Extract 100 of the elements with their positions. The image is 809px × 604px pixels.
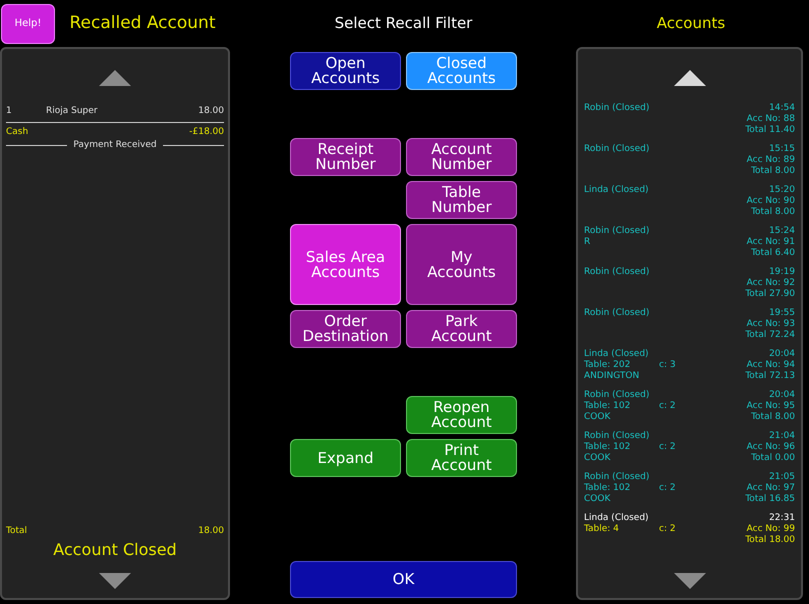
account-time: 21:05 xyxy=(769,472,795,483)
filter-button[interactable]: My Accounts xyxy=(406,224,517,305)
account-entry[interactable]: Robin (Closed) 19:55 Acc No: 93 Total 72.24 xyxy=(584,308,795,341)
covers-count: c: 3 xyxy=(659,360,676,371)
scroll-down-button[interactable] xyxy=(672,572,706,590)
account-name: Robin (Closed) xyxy=(584,103,650,114)
account-name: Robin (Closed) xyxy=(584,267,650,278)
account-number: Acc No: 90 xyxy=(746,196,795,207)
account-total: Total 6.40 xyxy=(751,248,795,259)
account-entry[interactable]: Robin (Closed) R 15:24 Acc No: 91 Total 6.40 xyxy=(584,226,795,259)
account-entry[interactable]: Robin (Closed) Table: 102 c: 2 COOK 21:04 Acc No: 96 Total 0.00 xyxy=(584,431,795,464)
account-name: Robin (Closed) xyxy=(584,144,650,155)
account-entry[interactable]: Robin (Closed) 15:15 Acc No: 89 Total 8.00 xyxy=(584,144,795,177)
account-time: 22:31 xyxy=(769,513,795,524)
table-number: Table: 4 xyxy=(584,524,620,535)
filter-button[interactable]: Table Number xyxy=(406,181,517,219)
account-time: 15:20 xyxy=(769,185,795,196)
payment-amount: -£18.00 xyxy=(189,126,224,138)
customer-name: COOK xyxy=(584,453,612,464)
account-name: Robin (Closed) xyxy=(584,308,650,319)
account-entry[interactable]: Robin (Closed) Table: 102 c: 2 COOK 20:04 Acc No: 95 Total 8.00 xyxy=(584,390,795,423)
payment-method: Cash xyxy=(6,126,28,138)
scroll-up-button[interactable] xyxy=(672,69,706,87)
account-entry[interactable]: Linda (Closed) Table: 4 c: 2 22:31 Acc No: 99 Total 18.00 xyxy=(584,513,795,546)
account-time: 19:55 xyxy=(769,308,795,319)
filter-button[interactable]: Open Accounts xyxy=(290,52,401,90)
account-entry[interactable]: Linda (Closed) Table: 202 c: 3 ANDINGTON 20:04 Acc No: 94 Total 72.13 xyxy=(584,349,795,382)
covers-count: c: 2 xyxy=(659,524,676,535)
filter-button[interactable]: Sales Area Accounts xyxy=(290,224,401,305)
account-time: 15:15 xyxy=(769,144,795,155)
account-total: Total 8.00 xyxy=(751,207,795,218)
scroll-down-button[interactable] xyxy=(98,572,132,590)
account-time: 20:04 xyxy=(769,349,795,360)
account-total: Total 18.00 xyxy=(745,535,795,546)
account-number: Acc No: 99 xyxy=(746,524,795,535)
account-total: Total 27.90 xyxy=(745,289,795,300)
up-arrow-icon xyxy=(99,70,131,86)
account-name: Linda (Closed) xyxy=(584,349,650,360)
panel-title: Accounts xyxy=(656,13,726,34)
action-button[interactable]: Print Account xyxy=(406,439,517,477)
covers-count: c: 2 xyxy=(659,483,676,494)
account-number: Acc No: 91 xyxy=(746,237,795,248)
account-total: Total 72.24 xyxy=(745,330,795,341)
account-name: Linda (Closed) xyxy=(584,513,650,524)
filter-button[interactable]: Receipt Number xyxy=(290,138,401,176)
customer-name: COOK xyxy=(584,412,612,423)
account-entry[interactable]: Robin (Closed) 19:19 Acc No: 92 Total 27.90 xyxy=(584,267,795,300)
account-name: Robin (Closed) xyxy=(584,226,650,237)
account-name: Linda (Closed) xyxy=(584,185,649,196)
account-total: Total 0.00 xyxy=(751,453,795,464)
table-number: Table: 102 xyxy=(584,483,632,494)
account-time: 19:19 xyxy=(769,267,795,278)
total-amount: 18.00 xyxy=(198,524,224,538)
account-time: 14:54 xyxy=(769,103,795,114)
down-arrow-icon xyxy=(674,573,706,589)
account-time: 20:04 xyxy=(769,390,795,401)
account-entry[interactable]: Linda (Closed) 15:20 Acc No: 90 Total 8.00 xyxy=(584,185,795,218)
customer-name: R xyxy=(584,237,592,248)
account-number: Acc No: 97 xyxy=(746,483,795,494)
customer-name: ANDINGTON xyxy=(584,371,640,382)
account-total: Total 16.85 xyxy=(745,494,795,505)
account-name: Robin (Closed) xyxy=(584,431,650,442)
filter-button[interactable]: Order Destination xyxy=(290,310,401,348)
account-total: Total 72.13 xyxy=(745,371,795,382)
help-button[interactable]: Help! xyxy=(1,4,55,44)
account-number: Acc No: 96 xyxy=(746,442,795,453)
table-number: Table: 102 xyxy=(584,401,632,412)
action-button[interactable]: Expand xyxy=(290,439,401,477)
item-quantity: 1 xyxy=(6,105,13,118)
section-divider-label: Payment Received xyxy=(73,139,157,152)
panel-title: Recalled Account xyxy=(68,12,216,35)
covers-count: c: 2 xyxy=(659,401,676,412)
item-price: 18.00 xyxy=(198,105,224,118)
account-status: Account Closed xyxy=(52,539,178,561)
account-total: Total 8.00 xyxy=(751,412,795,423)
account-name: Robin (Closed) xyxy=(584,390,650,401)
down-arrow-icon xyxy=(99,573,131,589)
covers-count: c: 2 xyxy=(659,442,676,453)
ok-button[interactable]: OK xyxy=(290,561,517,598)
filter-button[interactable]: Account Number xyxy=(406,138,517,176)
scroll-up-button[interactable] xyxy=(98,69,132,87)
account-total: Total 8.00 xyxy=(751,166,795,177)
up-arrow-icon xyxy=(674,70,706,86)
account-entry[interactable]: Robin (Closed) 14:54 Acc No: 88 Total 11.40 xyxy=(584,103,795,136)
filter-button[interactable]: Park Account xyxy=(406,310,517,348)
table-number: Table: 102 xyxy=(584,442,632,453)
account-time: 21:04 xyxy=(769,431,795,442)
account-name: Robin (Closed) xyxy=(584,472,650,483)
item-name: Rioja Super xyxy=(46,105,99,118)
account-total: Total 11.40 xyxy=(745,125,795,136)
account-time: 15:24 xyxy=(769,226,795,237)
total-label: Total xyxy=(6,524,28,538)
customer-name: COOK xyxy=(584,494,612,505)
action-button[interactable]: Reopen Account xyxy=(406,396,517,434)
account-number: Acc No: 89 xyxy=(746,155,795,166)
account-number: Acc No: 88 xyxy=(746,114,795,125)
account-entry[interactable]: Robin (Closed) Table: 102 c: 2 COOK 21:05 Acc No: 97 Total 16.85 xyxy=(584,472,795,505)
account-number: Acc No: 95 xyxy=(746,401,795,412)
account-number: Acc No: 92 xyxy=(746,278,795,289)
account-number: Acc No: 93 xyxy=(746,319,795,330)
